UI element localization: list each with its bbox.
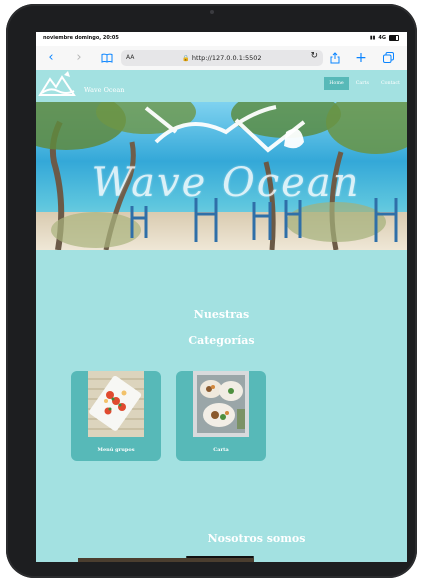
url-text: http://127.0.0.1:5502 [191, 54, 262, 62]
tabs-overview-icon[interactable] [381, 50, 395, 66]
site-header: Wave Ocean Home Carts Contact [36, 70, 407, 102]
reload-icon[interactable]: ↻ [310, 51, 318, 61]
category-image-carta[interactable] [193, 371, 249, 437]
url-display[interactable]: 🔒 http://127.0.0.1:5502 [121, 54, 323, 62]
address-bar[interactable]: AA 🔒 http://127.0.0.1:5502 ↻ [121, 50, 323, 66]
home-indicator[interactable] [186, 556, 254, 558]
browser-toolbar: ‹ › AA 🔒 http://127.0.0.1:5502 ↻ + [36, 46, 407, 71]
back-icon[interactable]: ‹ [44, 50, 58, 66]
tablet-screen: noviembre domingo, 20:05 ▮▮ 4G ‹ › AA 🔒 h… [36, 32, 407, 562]
battery-icon [389, 35, 399, 41]
category-card-carta[interactable]: Carta [176, 371, 266, 461]
lock-icon: 🔒 [182, 55, 190, 62]
hero-banner: Wave Ocean [36, 102, 407, 250]
signal-icon: ▮▮ [369, 35, 376, 41]
nav-carts[interactable]: Carts [351, 77, 374, 90]
site-title[interactable]: Wave Ocean [84, 86, 124, 94]
bookmarks-icon[interactable] [100, 50, 114, 66]
categories-title-line2: Categorías [188, 334, 255, 347]
forward-icon[interactable]: › [72, 50, 86, 66]
network-label: 4G [378, 35, 386, 41]
section-image-preview [78, 558, 254, 562]
nav-contact[interactable]: Contact [376, 77, 405, 90]
hero-script-title: Wave Ocean [91, 160, 361, 206]
category-label-menu-grupos[interactable]: Menú grupos [71, 447, 161, 453]
tablet-frame: noviembre domingo, 20:05 ▮▮ 4G ‹ › AA 🔒 h… [6, 4, 417, 578]
categories-title-line1: Nuestras [193, 308, 250, 321]
status-time-date: noviembre domingo, 20:05 [43, 35, 119, 41]
nav-home[interactable]: Home [324, 77, 349, 90]
about-title: Nosotros somos [207, 532, 306, 545]
main-nav: Home Carts Contact [324, 77, 405, 90]
category-card-menu-grupos[interactable]: Menú grupos [71, 371, 161, 461]
category-label-carta[interactable]: Carta [176, 447, 266, 453]
category-image-menu-grupos[interactable] [88, 371, 144, 437]
front-camera [209, 10, 214, 14]
status-bar: noviembre domingo, 20:05 ▮▮ 4G [36, 32, 407, 46]
status-indicators: ▮▮ 4G [370, 35, 399, 41]
site-logo-icon[interactable] [38, 71, 78, 103]
new-tab-icon[interactable]: + [354, 50, 368, 66]
share-icon[interactable] [328, 50, 342, 66]
